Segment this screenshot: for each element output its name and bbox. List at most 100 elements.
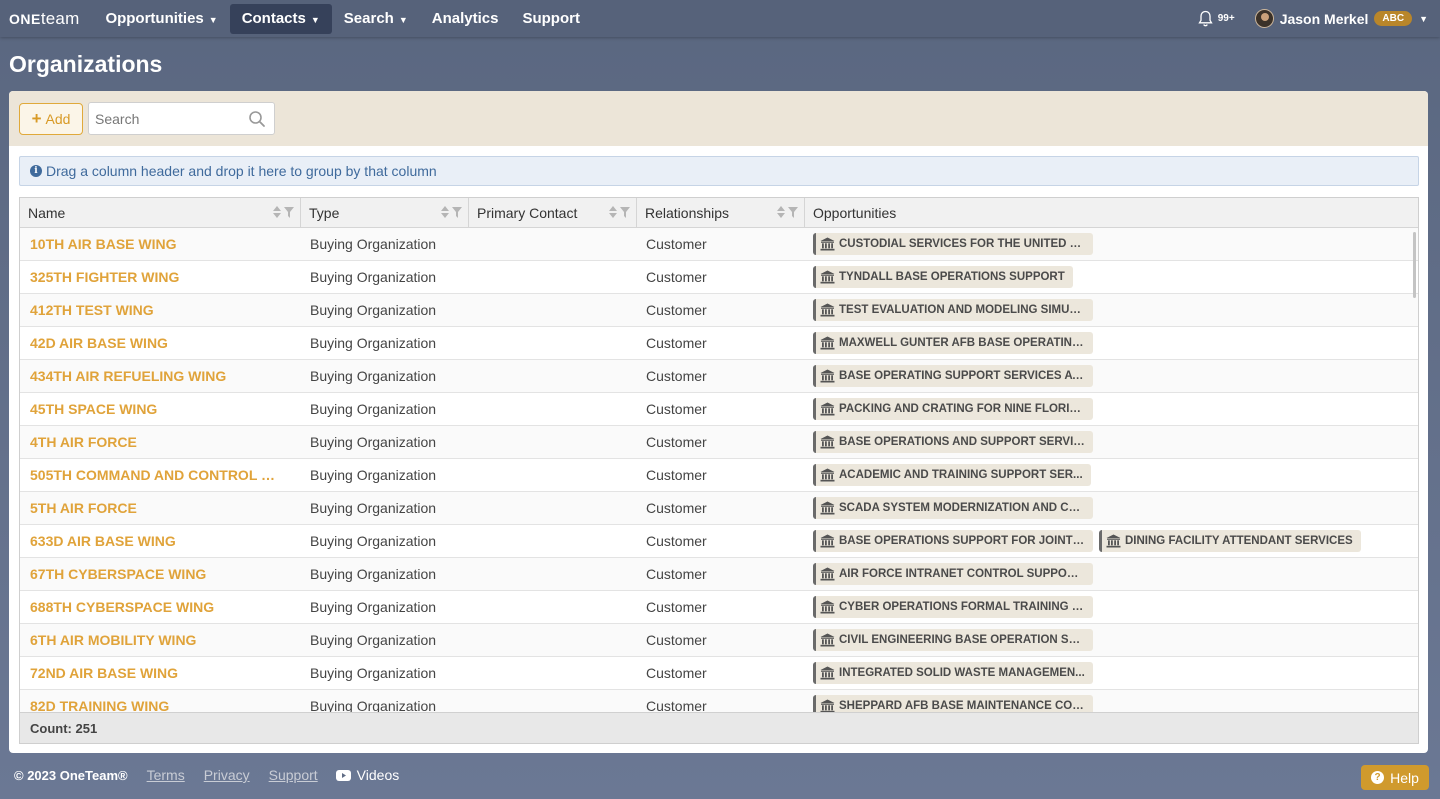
organization-link[interactable]: 325TH FIGHTER WING bbox=[30, 269, 179, 285]
organization-link[interactable]: 434TH AIR REFUELING WING bbox=[30, 368, 226, 384]
sort-icon[interactable] bbox=[777, 206, 785, 218]
table-row[interactable]: 4TH AIR FORCE Buying Organization Customer… bbox=[20, 426, 1418, 459]
sort-icon[interactable] bbox=[273, 206, 281, 218]
nav-item-search[interactable]: Search ▼ bbox=[332, 4, 420, 34]
filter-icon[interactable] bbox=[284, 206, 294, 218]
opportunity-chip[interactable]: BASE OPERATING SUPPORT SERVICES AT ... bbox=[813, 365, 1093, 387]
nav-item-label: Contacts bbox=[241, 10, 306, 27]
table-row[interactable]: 688TH CYBERSPACE WING Buying Organization… bbox=[20, 591, 1418, 624]
group-drop-zone[interactable]: i Drag a column header and drop it here … bbox=[19, 156, 1419, 186]
opportunity-chip-label: ACADEMIC AND TRAINING SUPPORT SER... bbox=[839, 469, 1083, 481]
table-row[interactable]: 42D AIR BASE WING Buying Organization Cust… bbox=[20, 327, 1418, 360]
nav-item-contacts[interactable]: Contacts ▼ bbox=[229, 3, 332, 34]
notifications-button[interactable]: 99+ bbox=[1197, 10, 1235, 28]
cell-name: 5TH AIR FORCE bbox=[20, 492, 301, 525]
opportunity-chip[interactable]: MAXWELL GUNTER AFB BASE OPERATING... bbox=[813, 332, 1093, 354]
opportunity-chip[interactable]: ACADEMIC AND TRAINING SUPPORT SER... bbox=[813, 464, 1091, 486]
opportunity-chip[interactable]: INTEGRATED SOLID WASTE MANAGEMEN... bbox=[813, 662, 1093, 684]
column-header-opportunities[interactable]: Opportunities bbox=[805, 198, 1418, 228]
footer-link-support[interactable]: Support bbox=[269, 767, 318, 783]
table-row[interactable]: 82D TRAINING WING Buying Organization Cust… bbox=[20, 690, 1418, 714]
filter-icon[interactable] bbox=[452, 206, 462, 218]
sort-icon[interactable] bbox=[609, 206, 617, 218]
table-row[interactable]: 325TH FIGHTER WING Buying Organization Cus… bbox=[20, 261, 1418, 294]
opportunity-chip[interactable]: CUSTODIAL SERVICES FOR THE UNITED ST... bbox=[813, 233, 1093, 255]
help-button[interactable]: ? Help bbox=[1361, 765, 1429, 790]
organization-link[interactable]: 688TH CYBERSPACE WING bbox=[30, 599, 214, 615]
opportunity-chip-label: BASE OPERATING SUPPORT SERVICES AT ... bbox=[839, 370, 1085, 382]
table-row[interactable]: 10TH AIR BASE WING Buying Organization Cus… bbox=[20, 228, 1418, 261]
organization-link[interactable]: 72ND AIR BASE WING bbox=[30, 665, 178, 681]
nav-item-analytics[interactable]: Analytics bbox=[420, 4, 511, 34]
nav-item-support[interactable]: Support bbox=[510, 4, 592, 34]
table-row[interactable]: 633D AIR BASE WING Buying Organization Cus… bbox=[20, 525, 1418, 558]
cell-opportunities: PACKING AND CRATING FOR NINE FLORID... bbox=[805, 393, 1418, 426]
app-logo[interactable]: ONE team bbox=[9, 9, 79, 29]
opportunity-chip[interactable]: CYBER OPERATIONS FORMAL TRAINING S... bbox=[813, 596, 1093, 618]
nav-item-opportunities[interactable]: Opportunities ▼ bbox=[93, 4, 229, 34]
opportunity-chip[interactable]: SCADA SYSTEM MODERNIZATION AND CE... bbox=[813, 497, 1093, 519]
cell-opportunities: BASE OPERATIONS SUPPORT FOR JOINT B... DI… bbox=[805, 525, 1418, 558]
cell-type: Buying Organization bbox=[310, 533, 437, 549]
opportunity-chip[interactable]: AIR FORCE INTRANET CONTROL SUPPORT II bbox=[813, 563, 1093, 585]
table-row[interactable]: 434TH AIR REFUELING WING Buying Organizat… bbox=[20, 360, 1418, 393]
table-row[interactable]: 45TH SPACE WING Buying Organization Custom… bbox=[20, 393, 1418, 426]
cell-type: Buying Organization bbox=[310, 632, 437, 648]
chevron-down-icon: ▼ bbox=[1419, 13, 1428, 24]
cell-type: Buying Organization bbox=[310, 500, 437, 516]
opportunity-chip[interactable]: PACKING AND CRATING FOR NINE FLORID... bbox=[813, 398, 1093, 420]
cell-opportunities: CUSTODIAL SERVICES FOR THE UNITED ST... bbox=[805, 228, 1418, 261]
footer-link-privacy[interactable]: Privacy bbox=[204, 767, 250, 783]
sort-icon[interactable] bbox=[441, 206, 449, 218]
opportunity-chip[interactable]: TEST EVALUATION AND MODELING SIMUL... bbox=[813, 299, 1093, 321]
opportunity-chip[interactable]: DINING FACILITY ATTENDANT SERVICES bbox=[1099, 530, 1361, 552]
column-header-name[interactable]: Name bbox=[20, 198, 301, 228]
table-row[interactable]: 505TH COMMAND AND CONTROL WI... Buying Or… bbox=[20, 459, 1418, 492]
cell-type: Buying Organization bbox=[310, 401, 437, 417]
cell-type: Buying Organization bbox=[310, 698, 437, 714]
opportunity-chip[interactable]: BASE OPERATIONS AND SUPPORT SERVIC... bbox=[813, 431, 1093, 453]
filter-icon[interactable] bbox=[788, 206, 798, 218]
column-header-type[interactable]: Type bbox=[301, 198, 469, 228]
page-title: Organizations bbox=[9, 51, 163, 77]
cell-relationships: Customer bbox=[646, 500, 707, 516]
column-header-primary-contact[interactable]: Primary Contact bbox=[469, 198, 637, 228]
building-icon bbox=[820, 369, 835, 383]
organization-link[interactable]: 412TH TEST WING bbox=[30, 302, 154, 318]
organization-link[interactable]: 6TH AIR MOBILITY WING bbox=[30, 632, 196, 648]
organization-link[interactable]: 67TH CYBERSPACE WING bbox=[30, 566, 206, 582]
organization-link[interactable]: 45TH SPACE WING bbox=[30, 401, 157, 417]
vertical-scrollbar[interactable] bbox=[1413, 232, 1416, 298]
user-menu[interactable]: Jason Merkel ABC ▼ bbox=[1254, 9, 1428, 28]
filter-icon[interactable] bbox=[620, 206, 630, 218]
table-row[interactable]: 412TH TEST WING Buying Organization Custom… bbox=[20, 294, 1418, 327]
cell-primary-contact bbox=[469, 558, 637, 591]
organization-link[interactable]: 505TH COMMAND AND CONTROL WI... bbox=[30, 467, 288, 483]
opportunity-chip[interactable]: CIVIL ENGINEERING BASE OPERATION SU... bbox=[813, 629, 1093, 651]
add-button[interactable]: + Add bbox=[19, 102, 83, 135]
column-controls bbox=[609, 206, 630, 218]
cell-relationships: Customer bbox=[646, 401, 707, 417]
opportunity-chip-label: CUSTODIAL SERVICES FOR THE UNITED ST... bbox=[839, 238, 1085, 250]
opportunity-chip[interactable]: TYNDALL BASE OPERATIONS SUPPORT bbox=[813, 266, 1073, 288]
organization-link[interactable]: 10TH AIR BASE WING bbox=[30, 236, 177, 252]
column-header-relationships[interactable]: Relationships bbox=[637, 198, 805, 228]
organization-link[interactable]: 5TH AIR FORCE bbox=[30, 500, 137, 516]
videos-link[interactable]: Videos bbox=[335, 767, 399, 783]
logo-one: ONE bbox=[9, 10, 41, 27]
cell-opportunities: BASE OPERATIONS AND SUPPORT SERVIC... bbox=[805, 426, 1418, 459]
footer-link-terms[interactable]: Terms bbox=[147, 767, 185, 783]
search-icon[interactable] bbox=[248, 110, 266, 128]
organization-link[interactable]: 633D AIR BASE WING bbox=[30, 533, 176, 549]
table-row[interactable]: 67TH CYBERSPACE WING Buying Organization C… bbox=[20, 558, 1418, 591]
table-row[interactable]: 6TH AIR MOBILITY WING Buying Organization… bbox=[20, 624, 1418, 657]
table-row[interactable]: 72ND AIR BASE WING Buying Organization Cus… bbox=[20, 657, 1418, 690]
cell-type: Buying Organization bbox=[310, 236, 437, 252]
cell-primary-contact bbox=[469, 624, 637, 657]
opportunity-chip[interactable]: BASE OPERATIONS SUPPORT FOR JOINT B... bbox=[813, 530, 1093, 552]
organization-link[interactable]: 4TH AIR FORCE bbox=[30, 434, 137, 450]
building-icon bbox=[820, 270, 835, 284]
search-input[interactable] bbox=[89, 110, 239, 127]
organization-link[interactable]: 42D AIR BASE WING bbox=[30, 335, 168, 351]
table-row[interactable]: 5TH AIR FORCE Buying Organization Customer… bbox=[20, 492, 1418, 525]
